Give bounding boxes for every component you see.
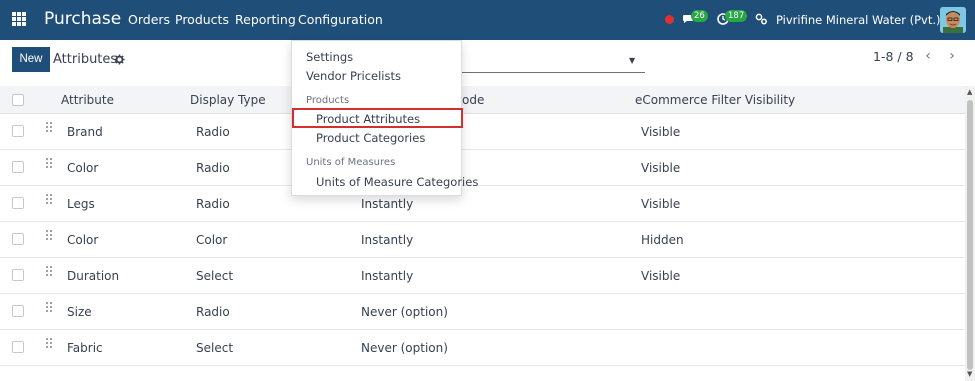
cell-display-type: Color	[196, 233, 228, 247]
row-checkbox[interactable]	[12, 125, 24, 137]
scroll-up-arrow-icon[interactable]: ▲	[967, 88, 972, 96]
menu-products[interactable]: Products	[175, 12, 229, 27]
table-row[interactable]: Brand Radio Visible	[0, 114, 965, 150]
cell-display-type: Radio	[196, 197, 230, 211]
cell-variants-mode: Instantly	[361, 269, 414, 283]
row-checkbox[interactable]	[12, 341, 24, 353]
cell-visibility: Hidden	[641, 233, 684, 247]
row-checkbox[interactable]	[12, 305, 24, 317]
cell-variants-mode: Instantly	[361, 197, 414, 211]
menu-configuration[interactable]: Configuration	[298, 12, 383, 27]
cell-attribute: Color	[67, 233, 99, 247]
row-checkbox[interactable]	[12, 269, 24, 281]
search-input[interactable]	[460, 72, 645, 73]
menu-section-products: Products	[306, 95, 350, 106]
activity-badge: 187	[725, 10, 748, 22]
table-header: Attribute Display Type ode eCommerce Fil…	[0, 86, 965, 114]
drag-handle-icon[interactable]	[46, 266, 52, 276]
column-header-variants-mode[interactable]: ode	[462, 93, 484, 107]
page-title: Attributes	[53, 52, 118, 67]
drag-handle-icon[interactable]	[46, 338, 52, 348]
menu-item-settings[interactable]: Settings	[306, 50, 353, 64]
drag-handle-icon[interactable]	[46, 302, 52, 312]
cell-attribute: Size	[67, 305, 92, 319]
select-all-checkbox[interactable]	[12, 94, 24, 106]
table-row[interactable]: Color Color Instantly Hidden	[0, 222, 965, 258]
scrollbar-thumb[interactable]	[967, 100, 973, 370]
row-checkbox[interactable]	[12, 233, 24, 245]
menu-section-units-of-measures: Units of Measures	[306, 157, 396, 168]
cell-visibility: Visible	[641, 269, 681, 283]
table-row[interactable]: Legs Radio Instantly Visible	[0, 186, 965, 222]
column-header-attribute[interactable]: Attribute	[61, 93, 114, 107]
pager-next-button[interactable]: ›	[941, 46, 963, 68]
app-name[interactable]: Purchase	[44, 9, 121, 29]
cell-attribute: Brand	[67, 125, 103, 139]
cell-attribute: Legs	[67, 197, 95, 211]
cell-attribute: Duration	[67, 269, 120, 283]
company-name[interactable]: Pivrifine Mineral Water (Pvt.) Ltd.	[776, 13, 966, 27]
cell-visibility: Visible	[641, 125, 681, 139]
cell-display-type: Select	[196, 269, 234, 283]
company-switch-icon[interactable]	[754, 12, 768, 26]
row-checkbox[interactable]	[12, 161, 24, 173]
table-row[interactable]: Fabric Select Never (option)	[0, 330, 965, 366]
cell-visibility: Visible	[641, 161, 681, 175]
scroll-down-arrow-icon[interactable]: ▼	[967, 370, 972, 378]
menu-item-uom-categories[interactable]: Units of Measure Categories	[316, 175, 478, 189]
gear-icon[interactable]	[114, 54, 125, 65]
cell-display-type: Radio	[196, 305, 230, 319]
pager-value[interactable]: 1-8 / 8	[873, 49, 914, 64]
drag-handle-icon[interactable]	[46, 230, 52, 240]
menu-orders[interactable]: Orders	[128, 12, 170, 27]
table-row[interactable]: Color Radio Visible	[0, 150, 965, 186]
menu-item-vendor-pricelists[interactable]: Vendor Pricelists	[306, 69, 401, 83]
drag-handle-icon[interactable]	[46, 194, 52, 204]
cell-display-type: Radio	[196, 161, 230, 175]
row-checkbox[interactable]	[12, 197, 24, 209]
search-dropdown-toggle-icon[interactable]: ▼	[629, 56, 635, 65]
cell-display-type: Select	[196, 341, 234, 355]
table-row[interactable]: Duration Select Instantly Visible	[0, 258, 965, 294]
table-row[interactable]: Size Radio Never (option)	[0, 294, 965, 330]
chat-badge: 26	[691, 10, 708, 22]
cell-display-type: Radio	[196, 125, 230, 139]
cell-variants-mode: Never (option)	[361, 305, 448, 319]
user-avatar[interactable]	[940, 7, 966, 33]
pager-previous-button[interactable]: ‹	[917, 46, 939, 68]
cell-attribute: Color	[67, 161, 99, 175]
top-navbar: Purchase Orders Products Reporting Confi…	[0, 0, 975, 40]
apps-menu-icon[interactable]	[12, 12, 26, 26]
cell-attribute: Fabric	[67, 341, 103, 355]
drag-handle-icon[interactable]	[46, 122, 52, 132]
column-header-display-type[interactable]: Display Type	[190, 93, 266, 107]
menu-item-product-categories[interactable]: Product Categories	[316, 131, 425, 145]
drag-handle-icon[interactable]	[46, 158, 52, 168]
cell-variants-mode: Never (option)	[361, 341, 448, 355]
new-button[interactable]: New	[12, 47, 50, 72]
column-header-ecommerce-visibility[interactable]: eCommerce Filter Visibility	[635, 93, 795, 107]
highlight-box	[292, 108, 463, 128]
cell-visibility: Visible	[641, 197, 681, 211]
cell-variants-mode: Instantly	[361, 233, 414, 247]
status-dot-icon[interactable]	[665, 15, 674, 24]
menu-reporting[interactable]: Reporting	[235, 12, 296, 27]
